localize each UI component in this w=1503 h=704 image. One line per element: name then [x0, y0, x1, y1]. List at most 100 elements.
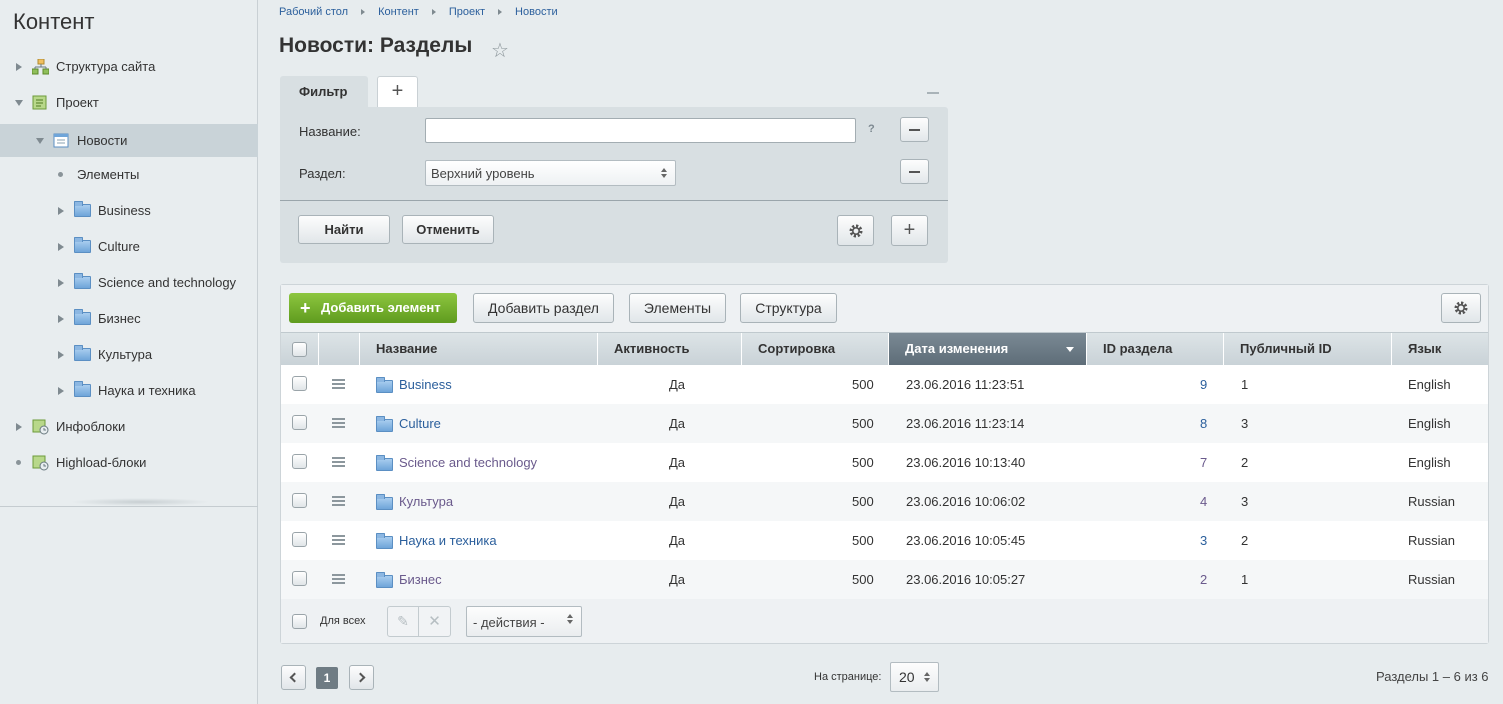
column-header-sort[interactable]: Сортировка	[742, 333, 889, 365]
breadcrumb-link[interactable]: Контент	[378, 6, 419, 18]
sidebar-item-culture[interactable]: Culture	[0, 230, 258, 263]
column-header-active[interactable]: Активность	[598, 333, 742, 365]
sidebar-item-highload[interactable]: Highload-блоки	[0, 446, 258, 479]
filter-settings-button[interactable]	[837, 215, 874, 246]
breadcrumb-link[interactable]: Новости	[515, 6, 558, 18]
cell-id-link[interactable]: 3	[1200, 521, 1207, 560]
favorite-star-icon[interactable]: ☆	[491, 38, 509, 63]
table-row[interactable]: Culture Да 500 23.06.2016 11:23:14 8 3 English	[281, 404, 1488, 443]
folder-icon	[74, 273, 91, 289]
table-row[interactable]: Science and technology Да 500 23.06.2016 10…	[281, 443, 1488, 482]
records-count: Разделы 1 – 6 из 6	[1376, 669, 1489, 684]
next-page-button[interactable]	[349, 665, 374, 690]
name-input[interactable]	[425, 118, 856, 143]
prev-page-button[interactable]	[281, 665, 306, 690]
current-page[interactable]: 1	[316, 667, 338, 689]
sidebar-item-project[interactable]: Проект	[0, 86, 258, 119]
column-header-name[interactable]: Название	[360, 333, 598, 365]
section-name-link[interactable]: Culture	[399, 404, 441, 443]
sidebar-item-site-structure[interactable]: Структура сайта	[0, 50, 258, 83]
row-checkbox[interactable]	[292, 454, 307, 469]
breadcrumb-link[interactable]: Рабочий стол	[279, 6, 348, 18]
section-name-link[interactable]: Культура	[399, 482, 453, 521]
row-checkbox[interactable]	[292, 415, 307, 430]
column-header-public-id[interactable]: Публичный ID	[1224, 333, 1392, 365]
column-header-id[interactable]: ID раздела	[1087, 333, 1224, 365]
tab-filter[interactable]: Фильтр	[280, 76, 368, 108]
table-row[interactable]: Культура Да 500 23.06.2016 10:06:02 4 3 Russia…	[281, 482, 1488, 521]
collapse-filter-icon[interactable]	[927, 92, 939, 94]
section-name-link[interactable]: Наука и техника	[399, 521, 497, 560]
sidebar-item-news[interactable]: Новости	[0, 124, 258, 157]
sidebar-item-infoblocks[interactable]: Инфоблоки	[0, 410, 258, 443]
row-checkbox[interactable]	[292, 376, 307, 391]
per-page-select[interactable]: 20	[890, 662, 939, 692]
row-menu-icon[interactable]	[332, 496, 345, 506]
row-checkbox[interactable]	[292, 571, 307, 586]
table-row[interactable]: Business Да 500 23.06.2016 11:23:51 9 1 Englis…	[281, 365, 1488, 404]
sidebar-item-nauka[interactable]: Наука и техника	[0, 374, 258, 407]
find-button[interactable]: Найти	[298, 215, 390, 244]
add-element-button[interactable]: + Добавить элемент	[289, 293, 457, 323]
edit-pencil-icon[interactable]: ✎	[388, 607, 419, 636]
folder-icon	[74, 237, 91, 253]
section-select[interactable]: Верхний уровень	[425, 160, 676, 186]
sidebar-item-science[interactable]: Science and technology	[0, 266, 258, 299]
cell-id-link[interactable]: 4	[1200, 482, 1207, 521]
select-arrows-icon	[567, 614, 573, 625]
sidebar-item-business[interactable]: Business	[0, 194, 258, 227]
expand-arrow-icon[interactable]	[58, 206, 64, 215]
section-name-link[interactable]: Business	[399, 365, 452, 404]
column-header-date[interactable]: Дата изменения	[889, 333, 1087, 365]
breadcrumb-link[interactable]: Проект	[449, 6, 485, 18]
add-section-button[interactable]: Добавить раздел	[473, 293, 614, 323]
row-menu-icon[interactable]	[332, 535, 345, 545]
help-icon[interactable]: ?	[868, 123, 875, 135]
sidebar-item-elements[interactable]: Элементы	[0, 158, 258, 191]
expand-arrow-icon[interactable]	[58, 350, 64, 359]
expand-arrow-icon[interactable]	[16, 422, 22, 431]
cell-id-link[interactable]: 9	[1200, 365, 1207, 404]
row-menu-icon[interactable]	[332, 379, 345, 389]
delete-x-icon[interactable]: ✕	[419, 607, 450, 636]
remove-field-button[interactable]	[900, 159, 929, 184]
bullet-icon	[16, 460, 21, 465]
expand-arrow-icon[interactable]	[58, 278, 64, 287]
column-header-lang[interactable]: Язык	[1392, 333, 1488, 365]
cancel-button[interactable]: Отменить	[402, 215, 494, 244]
expand-arrow-icon[interactable]	[58, 242, 64, 251]
row-checkbox[interactable]	[292, 493, 307, 508]
for-all-checkbox[interactable]	[292, 614, 307, 629]
add-filter-tab-button[interactable]: +	[377, 76, 418, 107]
structure-button[interactable]: Структура	[740, 293, 837, 323]
section-name-link[interactable]: Бизнес	[399, 560, 442, 599]
table-row[interactable]: Наука и техника Да 500 23.06.2016 10:05:45 3…	[281, 521, 1488, 560]
section-name-link[interactable]: Science and technology	[399, 443, 537, 482]
cell-active: Да	[669, 455, 686, 470]
table-row[interactable]: Бизнес Да 500 23.06.2016 10:05:27 2 1 Russian	[281, 560, 1488, 599]
remove-field-button[interactable]	[900, 117, 929, 142]
select-all-checkbox[interactable]	[292, 342, 307, 357]
sidebar-item-biznes[interactable]: Бизнес	[0, 302, 258, 335]
add-filter-field-button[interactable]: +	[891, 215, 928, 246]
elements-button[interactable]: Элементы	[629, 293, 726, 323]
expand-arrow-icon[interactable]	[58, 386, 64, 395]
cell-date: 23.06.2016 10:05:27	[906, 572, 1026, 587]
cell-date: 23.06.2016 10:06:02	[906, 494, 1026, 509]
edit-action-group: ✎ ✕	[387, 606, 451, 637]
collapse-arrow-icon[interactable]	[36, 137, 44, 144]
page-title: Новости: Разделы	[279, 34, 473, 57]
grid-settings-button[interactable]	[1441, 293, 1481, 323]
row-checkbox[interactable]	[292, 532, 307, 547]
row-menu-icon[interactable]	[332, 457, 345, 467]
expand-arrow-icon[interactable]	[16, 62, 22, 71]
row-menu-icon[interactable]	[332, 418, 345, 428]
collapse-arrow-icon[interactable]	[15, 99, 23, 106]
actions-select[interactable]: - действия -	[466, 606, 582, 637]
expand-arrow-icon[interactable]	[58, 314, 64, 323]
cell-id-link[interactable]: 2	[1200, 560, 1207, 599]
cell-id-link[interactable]: 7	[1200, 443, 1207, 482]
cell-id-link[interactable]: 8	[1200, 404, 1207, 443]
row-menu-icon[interactable]	[332, 574, 345, 584]
sidebar-item-kultura[interactable]: Культура	[0, 338, 258, 371]
